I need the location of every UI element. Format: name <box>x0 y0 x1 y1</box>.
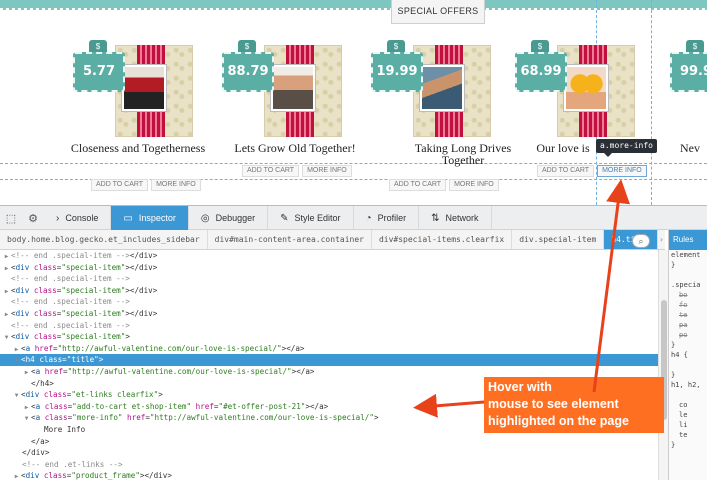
screenshot: SPECIAL OFFERS $ 5.77 Closeness and Toge… <box>0 0 707 480</box>
arrow-to-page-element <box>592 179 631 393</box>
arrow-to-markup-line <box>413 393 485 418</box>
annotation-arrows <box>413 179 631 418</box>
